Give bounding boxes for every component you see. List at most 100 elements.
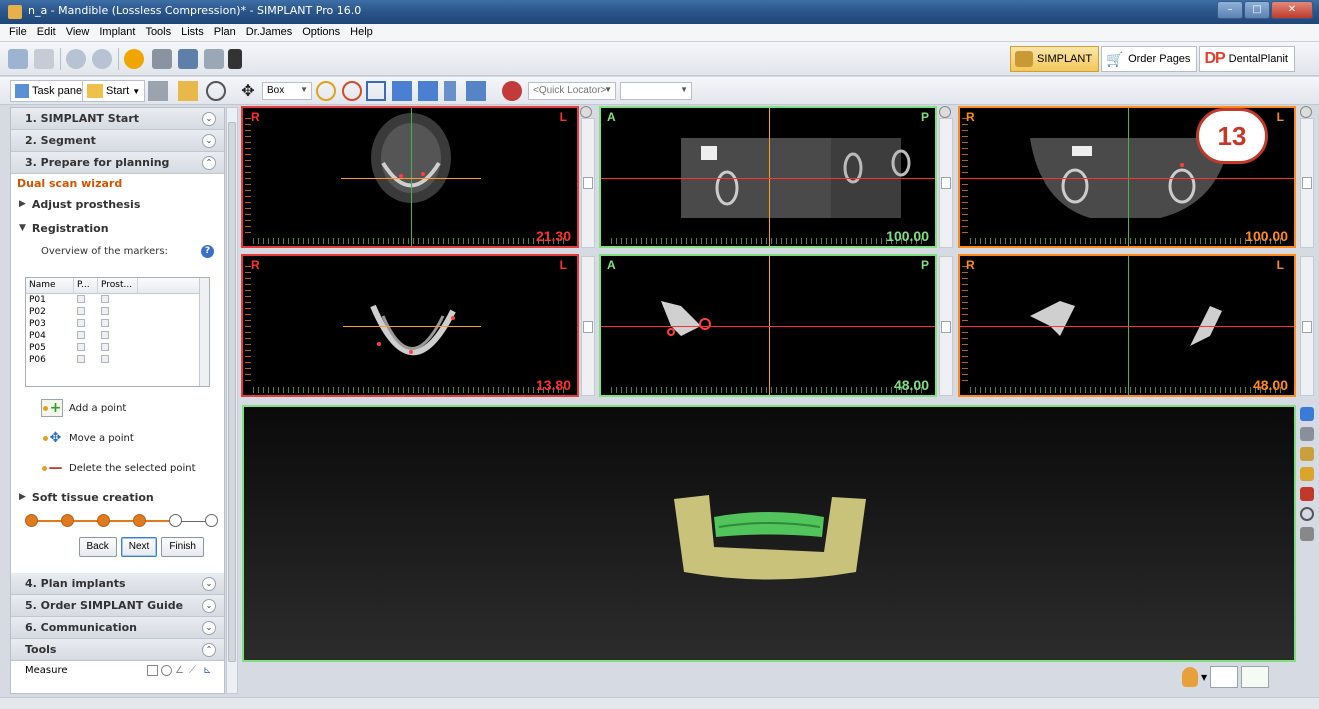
menu-plan[interactable]: Plan [209, 24, 241, 41]
rotate-icon[interactable] [1300, 507, 1314, 521]
circle-measure-icon[interactable] [161, 664, 172, 676]
coronal-scrollbar[interactable] [939, 118, 953, 248]
tab-dentalplanit[interactable]: DP DentalPlanit [1199, 46, 1295, 72]
comment-icon[interactable] [204, 49, 224, 69]
chevron-down-icon[interactable]: ⌄ [202, 598, 216, 613]
section-communication[interactable]: 6. Communication ⌄ [11, 617, 224, 639]
pan-icon[interactable]: ✥ [238, 81, 258, 101]
implant-tool-icon[interactable] [392, 81, 412, 101]
scroll-knob[interactable] [941, 321, 951, 333]
table-row[interactable]: P04 [26, 330, 209, 342]
rectangle-measure-icon[interactable] [147, 664, 158, 676]
scroll-knob[interactable] [1302, 177, 1312, 189]
report-icon[interactable] [152, 49, 172, 69]
view-settings-icon[interactable] [1300, 106, 1312, 118]
info-icon[interactable] [124, 49, 144, 69]
orientation-icon[interactable] [502, 81, 522, 101]
menu-tools[interactable]: Tools [140, 24, 176, 41]
section-order-guide[interactable]: 5. Order SIMPLANT Guide ⌄ [11, 595, 224, 617]
move-point-icon[interactable]: ✥ [41, 429, 63, 447]
help-icon[interactable]: ? [201, 244, 214, 258]
arch-scrollbar[interactable] [581, 256, 595, 396]
menu-drjames[interactable]: Dr.James [241, 24, 297, 41]
paint-icon[interactable] [1300, 487, 1314, 501]
magic-icon[interactable] [178, 81, 198, 101]
3d-view[interactable] [242, 405, 1296, 662]
chevron-down-icon[interactable]: ⌄ [202, 576, 216, 591]
coronal-cut-scrollbar[interactable] [1300, 256, 1314, 396]
visibility-icon[interactable] [1300, 427, 1314, 441]
checkbox[interactable] [101, 306, 109, 315]
coronal-view[interactable]: A P 100.00 [599, 106, 937, 248]
undo-icon[interactable] [66, 49, 86, 69]
line-measure-icon[interactable]: ⟋ [189, 665, 200, 676]
close-button[interactable]: ✕ [1271, 1, 1313, 19]
table-scrollbar[interactable] [199, 278, 209, 386]
table-row[interactable]: P01 [26, 294, 209, 306]
registration-row[interactable]: ▼ Registration [11, 215, 224, 241]
chevron-down-icon[interactable]: ⌄ [202, 111, 216, 126]
scroll-knob[interactable] [583, 321, 593, 333]
section-prepare-planning[interactable]: 3. Prepare for planning ⌃ [11, 152, 224, 174]
zoom-icon[interactable] [316, 81, 336, 101]
angle-measure-icon[interactable]: ∠ [175, 665, 186, 676]
column-header-p[interactable]: P... [74, 278, 98, 293]
table-row[interactable]: P02 [26, 306, 209, 318]
fit-icon[interactable] [366, 81, 386, 101]
3d-icon[interactable] [1300, 447, 1314, 461]
checkbox[interactable] [101, 342, 109, 351]
add-point-icon[interactable]: + [41, 399, 63, 417]
add-point-row[interactable]: + Add a point [11, 393, 224, 423]
coronal-cut-view[interactable]: R L 48.00 [958, 254, 1296, 397]
profile-measure-icon[interactable]: ⊾ [203, 665, 214, 676]
next-button[interactable]: Next [120, 537, 158, 557]
move-point-row[interactable]: ✥ Move a point [11, 423, 224, 453]
axial-view[interactable]: R L 21.30 [241, 106, 579, 248]
adjust-prosthesis-row[interactable]: ▶ Adjust prosthesis [11, 193, 224, 215]
tab-simplant[interactable]: SIMPLANT [1010, 46, 1100, 72]
checkbox[interactable] [77, 294, 85, 303]
quick-locator-select[interactable]: <Quick Locator> ▼ [528, 82, 616, 100]
menu-implant[interactable]: Implant [94, 24, 140, 41]
back-button[interactable]: Back [78, 537, 117, 557]
menu-help[interactable]: Help [345, 24, 378, 41]
shape-icon[interactable] [1300, 527, 1314, 541]
rotate-icon[interactable] [206, 81, 226, 101]
checkbox[interactable] [101, 318, 109, 327]
column-header-name[interactable]: Name [26, 278, 74, 293]
checkbox[interactable] [101, 330, 109, 339]
table-row[interactable]: P05 [26, 342, 209, 354]
section-simplant-start[interactable]: 1. SIMPLANT Start ⌄ [11, 108, 224, 130]
layers-icon[interactable] [1300, 407, 1314, 421]
menu-options[interactable]: Options [297, 24, 345, 41]
mandible-view-icon[interactable] [1210, 666, 1239, 688]
chevron-down-icon[interactable]: ⌄ [202, 133, 216, 148]
tab-order-pages[interactable]: 🛒 Order Pages [1101, 46, 1198, 72]
menu-edit[interactable]: Edit [32, 24, 61, 41]
finish-button[interactable]: Finish [161, 537, 204, 557]
nerve-icon[interactable] [444, 81, 456, 101]
view-settings-icon[interactable] [580, 106, 592, 118]
scan-icon[interactable] [148, 81, 168, 101]
guide-view-icon[interactable] [1241, 666, 1270, 688]
zoom-reset-icon[interactable] [342, 81, 362, 101]
column-header-prost[interactable]: Prost... [98, 278, 138, 293]
chevron-up-icon[interactable]: ⌃ [202, 642, 216, 657]
cross-section-view[interactable]: A P 48.00 [599, 254, 937, 397]
chevron-down-icon[interactable]: ⌄ [202, 620, 216, 635]
tools-icon[interactable] [228, 49, 242, 69]
checkbox[interactable] [77, 354, 85, 363]
secondary-select[interactable]: ▼ [620, 82, 692, 100]
table-row[interactable]: P03 [26, 318, 209, 330]
checkbox[interactable] [77, 342, 85, 351]
panel-scrollbar[interactable] [226, 107, 238, 694]
panoramic-arch-view[interactable]: R L 13.80 [241, 254, 579, 397]
section-segment[interactable]: 2. Segment ⌄ [11, 130, 224, 152]
table-row[interactable]: P06 [26, 354, 209, 366]
redo-icon[interactable] [92, 49, 112, 69]
zoom-mode-select[interactable]: Box ▼ [262, 82, 312, 100]
scroll-knob[interactable] [1302, 321, 1312, 333]
menu-view[interactable]: View [61, 24, 95, 41]
start-button[interactable]: Start ▼ [82, 80, 146, 102]
checkbox[interactable] [77, 306, 85, 315]
